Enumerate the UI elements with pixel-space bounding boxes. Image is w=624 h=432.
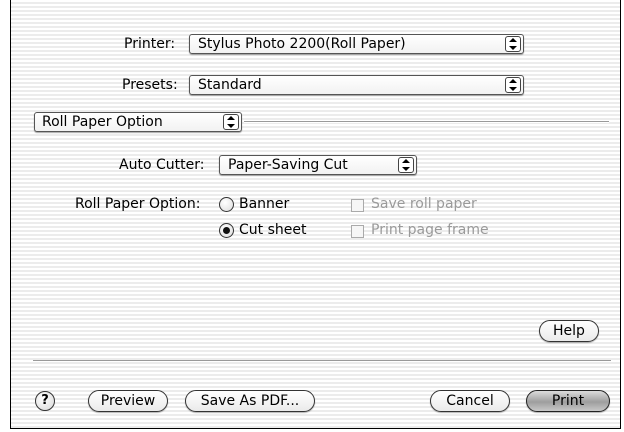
print-page-frame-checkbox[interactable]	[351, 225, 364, 238]
presets-value: Standard	[198, 77, 262, 93]
up-down-arrows-icon	[398, 157, 414, 173]
cut-sheet-radio[interactable]	[219, 223, 234, 238]
question-mark-icon[interactable]: ?	[35, 391, 55, 411]
cut-sheet-radio-label[interactable]: Cut sheet	[239, 222, 306, 238]
banner-radio[interactable]	[219, 197, 234, 212]
printer-label: Printer:	[124, 36, 176, 52]
printer-popup[interactable]: Stylus Photo 2200(Roll Paper)	[189, 34, 524, 54]
bottom-separator	[33, 360, 611, 362]
panel-separator	[244, 121, 609, 123]
auto-cutter-value: Paper-Saving Cut	[228, 157, 348, 173]
radio-selected-dot	[223, 227, 230, 234]
presets-label: Presets:	[122, 77, 178, 93]
cancel-button[interactable]: Cancel	[430, 390, 510, 412]
roll-paper-option-label: Roll Paper Option:	[75, 196, 201, 212]
up-down-arrows-icon	[505, 77, 521, 93]
up-down-arrows-icon	[223, 114, 239, 130]
save-roll-paper-label: Save roll paper	[371, 196, 477, 212]
panel-menu-value: Roll Paper Option	[42, 114, 163, 130]
print-page-frame-label: Print page frame	[371, 222, 489, 238]
preview-button[interactable]: Preview	[88, 390, 168, 412]
up-down-arrows-icon	[505, 36, 521, 52]
auto-cutter-popup[interactable]: Paper-Saving Cut	[219, 155, 417, 175]
print-button[interactable]: Print	[526, 390, 610, 412]
save-as-pdf-button[interactable]: Save As PDF...	[185, 390, 315, 412]
panel-menu-popup[interactable]: Roll Paper Option	[34, 112, 242, 132]
printer-value: Stylus Photo 2200(Roll Paper)	[198, 36, 406, 52]
auto-cutter-label: Auto Cutter:	[119, 157, 205, 173]
presets-popup[interactable]: Standard	[189, 75, 524, 95]
save-roll-paper-checkbox[interactable]	[351, 199, 364, 212]
banner-radio-label[interactable]: Banner	[239, 196, 289, 212]
print-dialog: Printer: Stylus Photo 2200(Roll Paper) P…	[10, 0, 621, 429]
help-button[interactable]: Help	[539, 320, 599, 342]
